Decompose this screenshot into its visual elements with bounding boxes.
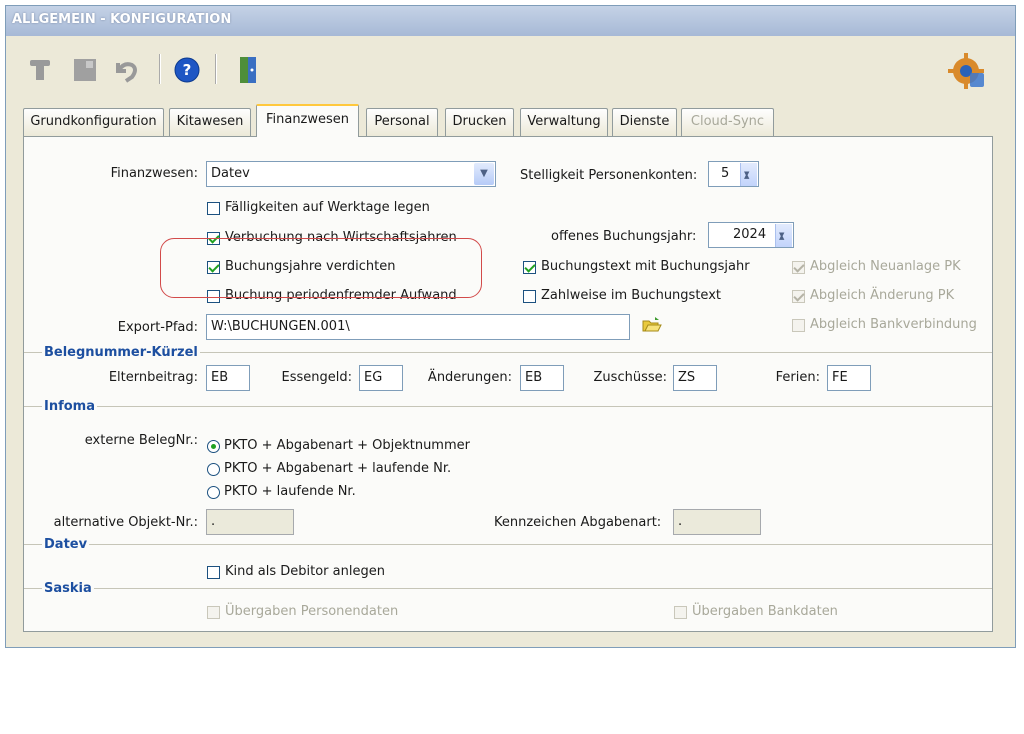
bankdaten-label: Übergaben Bankdaten — [692, 604, 838, 619]
window-title: ALLGEMEIN - KONFIGURATION — [12, 12, 232, 27]
buchungsjahr-label: offenes Buchungsjahr: — [551, 229, 697, 244]
buchungstext-label: Buchungstext mit Buchungsjahr — [541, 259, 750, 274]
externe-belegnr-label: externe BelegNr.: — [84, 433, 198, 448]
elternbeitrag-label: Elternbeitrag: — [108, 370, 198, 385]
essengeld-label: Essengeld: — [281, 370, 353, 385]
stelligkeit-value: 5 — [721, 166, 730, 181]
highlight-annotation — [160, 238, 482, 298]
datev-title: Datev — [42, 537, 90, 552]
alt-objekt-label: alternative Objekt-Nr.: — [53, 515, 198, 530]
abgleich-neuanlage-checkbox — [792, 261, 805, 274]
tab-grundkonfiguration[interactable]: Grundkonfiguration — [23, 108, 164, 136]
exit-door-icon[interactable] — [234, 56, 262, 84]
belegnummer-section: Belegnummer-Kürzel — [24, 345, 992, 360]
ferien-label: Ferien: — [775, 370, 820, 385]
toolbar-separator — [215, 54, 217, 84]
radio-option-2-label: PKTO + Abgabenart + laufende Nr. — [224, 461, 452, 476]
buchungstext-checkbox[interactable] — [523, 261, 536, 274]
section-divider — [24, 406, 992, 407]
export-path-input[interactable]: W:\BUCHUNGEN.001\ — [206, 314, 630, 340]
spinner-arrows-icon[interactable] — [775, 223, 792, 247]
ferien-input[interactable]: FE — [827, 365, 871, 391]
kennzeichen-label: Kennzeichen Abgabenart: — [494, 515, 662, 530]
buchungsjahr-value: 2024 — [733, 227, 767, 242]
folder-open-icon[interactable] — [642, 316, 662, 338]
export-label: Export-Pfad: — [117, 320, 198, 335]
kind-debitor-checkbox[interactable] — [207, 566, 220, 579]
tab-drucken[interactable]: Drucken — [445, 108, 514, 136]
tab-kitawesen[interactable]: Kitawesen — [169, 108, 251, 136]
elternbeitrag-input[interactable]: EB — [206, 365, 250, 391]
abgleich-aenderung-checkbox — [792, 290, 805, 303]
finanzwesen-panel: Finanzwesen: Datev ▼ Stelligkeit Persone… — [23, 136, 993, 632]
settings-gear-icon[interactable] — [946, 51, 986, 91]
tab-finanzwesen[interactable]: Finanzwesen — [256, 104, 359, 137]
infoma-section: Infoma — [24, 399, 992, 414]
finanzwesen-value: Datev — [211, 166, 250, 181]
saskia-title: Saskia — [42, 581, 94, 596]
personendaten-checkbox — [207, 606, 220, 619]
tab-cloud-sync: Cloud-Sync — [681, 108, 774, 136]
tab-container: Grundkonfiguration Kitawesen Finanzwesen… — [15, 88, 995, 632]
kennzeichen-input: . — [673, 509, 761, 535]
toolbar-separator — [159, 54, 161, 84]
buchungsjahr-spinner[interactable]: 2024 — [708, 222, 794, 248]
radio-option-1[interactable] — [207, 440, 220, 453]
undo-icon[interactable] — [112, 56, 140, 84]
saskia-section: Saskia — [24, 581, 992, 596]
save-icon[interactable] — [71, 56, 99, 84]
bankdaten-checkbox — [674, 606, 687, 619]
belegnummer-title: Belegnummer-Kürzel — [42, 345, 200, 360]
infoma-title: Infoma — [42, 399, 97, 414]
radio-option-3[interactable] — [207, 486, 220, 499]
faelligkeiten-label: Fälligkeiten auf Werktage legen — [225, 200, 430, 215]
aenderungen-label: Änderungen: — [427, 370, 512, 385]
aenderungen-input[interactable]: EB — [520, 365, 564, 391]
abgleich-bank-checkbox — [792, 319, 805, 332]
chevron-down-icon[interactable]: ▼ — [474, 163, 494, 185]
radio-option-3-label: PKTO + laufende Nr. — [224, 484, 356, 499]
tab-verwaltung[interactable]: Verwaltung — [520, 108, 608, 136]
title-bar: ALLGEMEIN - KONFIGURATION — [6, 6, 1015, 36]
section-divider — [24, 544, 992, 545]
abgleich-bank-label: Abgleich Bankverbindung — [810, 317, 977, 332]
spinner-arrows-icon[interactable] — [740, 162, 757, 186]
abgleich-neuanlage-label: Abgleich Neuanlage PK — [810, 259, 961, 274]
datev-section: Datev — [24, 537, 992, 552]
essengeld-input[interactable]: EG — [359, 365, 403, 391]
faelligkeiten-checkbox[interactable] — [207, 202, 220, 215]
radio-option-2[interactable] — [207, 463, 220, 476]
svg-text:?: ? — [183, 61, 192, 79]
stelligkeit-label: Stelligkeit Personenkonten: — [520, 168, 698, 183]
finanzwesen-select[interactable]: Datev ▼ — [206, 161, 496, 187]
zuschuesse-input[interactable]: ZS — [673, 365, 717, 391]
help-icon[interactable]: ? — [173, 56, 201, 84]
zahlweise-checkbox[interactable] — [523, 290, 536, 303]
personendaten-label: Übergaben Personendaten — [225, 604, 399, 619]
radio-option-1-label: PKTO + Abgabenart + Objektnummer — [224, 438, 470, 453]
section-divider — [24, 588, 992, 589]
tab-personal[interactable]: Personal — [366, 108, 438, 136]
alt-objekt-input: . — [206, 509, 294, 535]
zahlweise-label: Zahlweise im Buchungstext — [541, 288, 721, 303]
kind-debitor-label: Kind als Debitor anlegen — [225, 564, 385, 579]
user-icon[interactable] — [26, 56, 54, 84]
zuschuesse-label: Zuschüsse: — [593, 370, 667, 385]
stelligkeit-spinner[interactable]: 5 — [708, 161, 759, 187]
abgleich-aenderung-label: Abgleich Änderung PK — [810, 288, 955, 303]
finanzwesen-label: Finanzwesen: — [110, 166, 198, 181]
tab-dienste[interactable]: Dienste — [612, 108, 677, 136]
